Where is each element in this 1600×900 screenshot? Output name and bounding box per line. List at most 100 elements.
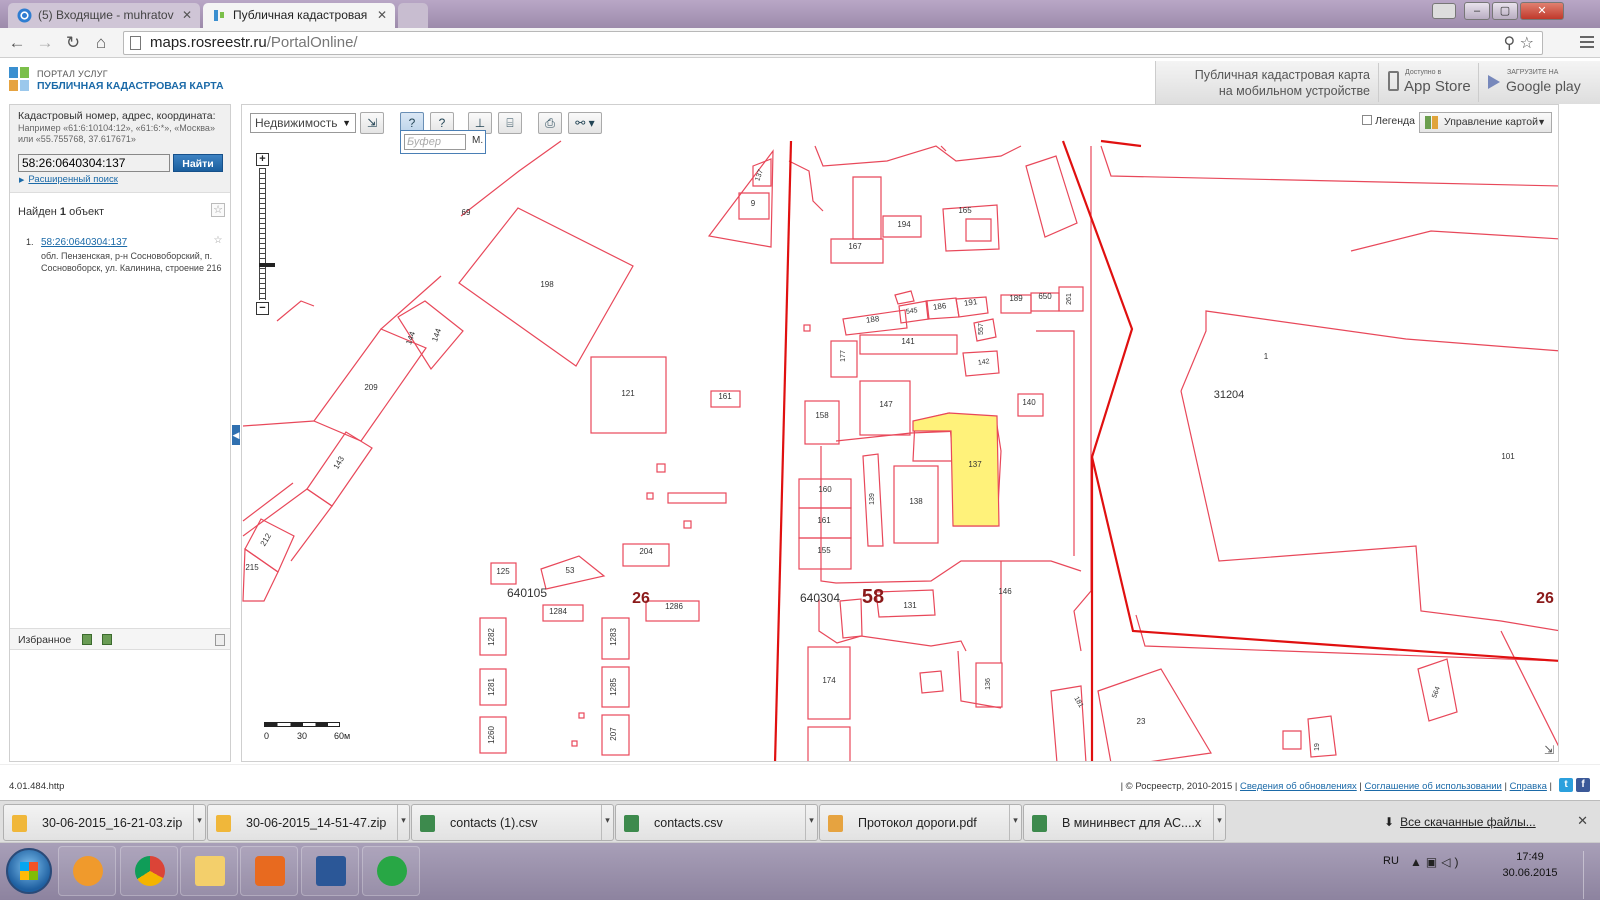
zip-icon xyxy=(12,815,27,832)
language-indicator[interactable]: RU xyxy=(1383,855,1399,867)
parcel-label: 188 xyxy=(865,314,880,325)
parcel-label: 158 xyxy=(815,411,829,420)
layer-select[interactable]: Недвижимость ▼ xyxy=(250,113,356,133)
taskbar-app[interactable] xyxy=(58,846,116,896)
folder-icon xyxy=(195,856,225,886)
chevron-down-icon[interactable]: ▾ xyxy=(1009,805,1021,840)
tray-icons[interactable]: ▲▣◁) xyxy=(1410,855,1462,869)
home-icon[interactable]: ⌂ xyxy=(90,32,112,54)
download-item[interactable]: 30-06-2015_16-21-03.zip ▾ xyxy=(3,804,206,841)
download-item[interactable]: contacts (1).csv ▾ xyxy=(411,804,614,841)
zoom-thumb[interactable] xyxy=(259,263,275,267)
url-text: maps.rosreestr.ru/PortalOnline/ xyxy=(150,34,358,51)
link-icon[interactable]: ⚯ ▾ xyxy=(568,112,602,134)
trash-icon[interactable] xyxy=(215,634,225,646)
search-button[interactable]: Найти xyxy=(173,154,223,172)
favorite-star-icon[interactable]: ☆ xyxy=(211,203,225,217)
results-count: Найден 1 объект xyxy=(18,206,105,218)
collapse-panel-button[interactable]: ◀ xyxy=(232,425,240,445)
advanced-search-link[interactable]: ▶ Расширенный поиск xyxy=(19,174,118,185)
all-downloads-link[interactable]: ⬇ Все скачанные файлы... xyxy=(1384,815,1536,829)
terms-link[interactable]: Соглашение об использовании xyxy=(1365,781,1502,792)
resize-map-icon[interactable]: ⇲ xyxy=(1544,743,1554,757)
map-management-button[interactable]: Управление картой ▼ xyxy=(1419,112,1552,133)
browser-tab-strip: (5) Входящие - muhratov ✕ Публичная када… xyxy=(0,0,1600,28)
page-icon xyxy=(130,36,141,50)
parcel-label: 137 xyxy=(754,169,765,182)
legend-checkbox[interactable]: Легенда xyxy=(1362,115,1415,127)
version-text: 4.01.484.http xyxy=(9,781,65,792)
search-input[interactable]: 58:26:0640304:137 xyxy=(18,154,170,172)
zoom-icon[interactable]: ⚲ xyxy=(1503,35,1515,52)
appstore-button[interactable]: Доступно в App Store xyxy=(1378,63,1475,102)
close-tab-icon[interactable]: ✕ xyxy=(377,3,387,27)
result-address: обл. Пензенская, р-н Сосновоборский, п. … xyxy=(41,251,222,273)
area-tool-icon[interactable]: ⌸ xyxy=(498,112,522,134)
taskbar-app[interactable] xyxy=(120,846,178,896)
new-tab-button[interactable] xyxy=(398,3,428,28)
parcel-label: 142 xyxy=(978,358,991,367)
browser-menu-icon[interactable] xyxy=(1580,34,1594,50)
zoom-out-button[interactable]: − xyxy=(256,302,269,315)
close-tab-icon[interactable]: ✕ xyxy=(182,3,192,27)
dropdown-arrow-icon: ▼ xyxy=(342,118,351,128)
result-cadastral-link[interactable]: 58:26:0640304:137 xyxy=(41,237,127,248)
parcel-label: 215 xyxy=(245,563,259,572)
facebook-icon[interactable]: f xyxy=(1576,778,1590,792)
taskbar-app[interactable] xyxy=(240,846,298,896)
tab-inbox[interactable]: (5) Входящие - muhratov ✕ xyxy=(8,3,200,28)
show-desktop-button[interactable] xyxy=(1583,851,1597,899)
zoom-in-button[interactable]: + xyxy=(256,153,269,166)
left-panel: Кадастровый номер, адрес, координата: На… xyxy=(9,104,231,762)
updates-link[interactable]: Сведения об обновлениях xyxy=(1240,781,1357,792)
googleplay-button[interactable]: ЗАГРУЗИТЕ НА Google play xyxy=(1478,63,1598,102)
select-tool-icon[interactable]: ⇲ xyxy=(360,112,384,134)
parcel-label: 212 xyxy=(259,531,274,548)
chevron-down-icon[interactable]: ▾ xyxy=(601,805,613,840)
taskbar-app[interactable] xyxy=(301,846,359,896)
zoom-slider[interactable] xyxy=(259,168,275,300)
download-item[interactable]: 30-06-2015_14-51-47.zip ▾ xyxy=(207,804,410,841)
chrome-icon xyxy=(135,856,165,886)
close-downloads-icon[interactable]: ✕ xyxy=(1577,813,1588,829)
result-star-icon[interactable]: ☆ xyxy=(212,236,224,248)
chevron-down-icon[interactable]: ▾ xyxy=(1213,805,1225,840)
maximize-button[interactable]: ▢ xyxy=(1492,2,1518,20)
forward-icon[interactable]: → xyxy=(34,32,56,54)
twitter-icon[interactable]: t xyxy=(1559,778,1573,792)
print-icon[interactable]: ⎙ xyxy=(538,112,562,134)
agent-icon xyxy=(73,856,103,886)
clock-time[interactable]: 17:49 xyxy=(1500,851,1560,863)
parcel-label: 1 xyxy=(1264,352,1269,361)
start-button[interactable] xyxy=(6,848,52,894)
reload-icon[interactable]: ↻ xyxy=(62,32,84,54)
taskbar-app[interactable] xyxy=(180,846,238,896)
help-link[interactable]: Справка xyxy=(1510,781,1547,792)
chevron-down-icon[interactable]: ▾ xyxy=(805,805,817,840)
search-hint: Например «61:6:10104:12», «61:6:*», «Мос… xyxy=(18,123,215,144)
address-bar[interactable]: maps.rosreestr.ru/PortalOnline/ ⚲ ☆ xyxy=(123,31,1543,55)
back-icon[interactable]: ← xyxy=(6,32,28,54)
download-item[interactable]: contacts.csv ▾ xyxy=(615,804,818,841)
clock-date[interactable]: 30.06.2015 xyxy=(1500,867,1560,879)
logo-line2: ПУБЛИЧНАЯ КАДАСТРОВАЯ КАРТА xyxy=(37,80,224,92)
user-profile-icon[interactable] xyxy=(1432,3,1456,19)
chevron-down-icon[interactable]: ▾ xyxy=(397,805,409,840)
parcel-label: 545 xyxy=(906,307,919,316)
cadastral-map[interactable]: 69 137 9 194 165 167 198 144 144 209 143 212 215 121 1… xyxy=(241,104,1559,762)
bookmark-star-icon[interactable]: ☆ xyxy=(1520,35,1534,52)
export-excel-icon[interactable] xyxy=(82,634,92,645)
close-window-button[interactable]: ✕ xyxy=(1520,2,1564,20)
chevron-down-icon[interactable]: ▾ xyxy=(193,805,205,840)
footer-links: | © Росреестр, 2010-2015 | Сведения об о… xyxy=(1120,781,1552,792)
buffer-input[interactable]: Буфер xyxy=(404,134,466,150)
minimize-button[interactable]: – xyxy=(1464,2,1490,20)
parcel-label: 189 xyxy=(1009,294,1023,303)
parcel-label: 161 xyxy=(817,516,831,525)
tab-cadastral-map[interactable]: Публичная кадастровая ✕ xyxy=(203,3,395,28)
taskbar-app[interactable] xyxy=(362,846,420,896)
download-item[interactable]: В мининвест для АС....xl... ▾ xyxy=(1023,804,1226,841)
buffer-popup: Буфер М. xyxy=(400,130,486,154)
download-item[interactable]: Протокол дороги.pdf ▾ xyxy=(819,804,1022,841)
import-excel-icon[interactable] xyxy=(102,634,112,645)
